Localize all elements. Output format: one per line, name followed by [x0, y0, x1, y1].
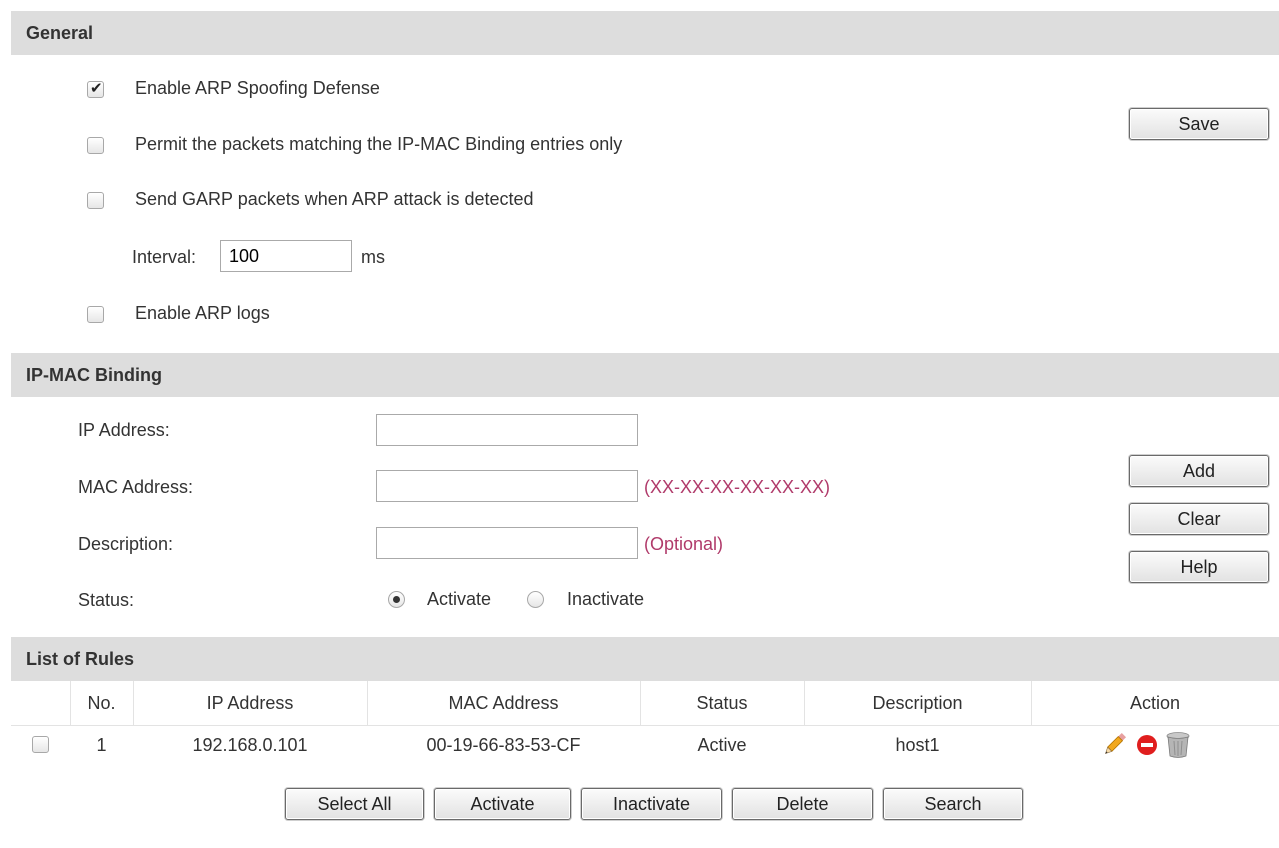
status-label: Status: — [78, 590, 135, 610]
search-button[interactable]: Search — [883, 788, 1023, 820]
column-header-action: Action — [1129, 693, 1181, 713]
status-activate-radio[interactable] — [388, 591, 405, 608]
disable-icon[interactable] — [1136, 734, 1158, 756]
row-description: host1 — [895, 735, 940, 755]
enable-arp-spoofing-checkbox[interactable]: ✔ — [87, 79, 104, 98]
interval-label: Interval: — [132, 247, 197, 267]
inactivate-button[interactable]: Inactivate — [581, 788, 722, 820]
enable-arp-logs-checkbox[interactable] — [87, 306, 104, 323]
status-inactivate-radio[interactable] — [527, 591, 544, 608]
activate-button[interactable]: Activate — [434, 788, 571, 820]
permit-ipmac-only-checkbox[interactable] — [87, 137, 104, 154]
status-activate-label: Activate — [427, 589, 492, 609]
row-no: 1 — [96, 735, 107, 755]
rules-section-header: List of Rules — [11, 637, 1279, 681]
ipmac-section-header: IP-MAC Binding — [11, 353, 1279, 397]
add-button[interactable]: Add — [1129, 455, 1269, 487]
column-header-no: No. — [87, 693, 116, 713]
send-garp-label: Send GARP packets when ARP attack is det… — [135, 189, 534, 209]
column-header-status: Status — [696, 693, 748, 713]
save-button[interactable]: Save — [1129, 108, 1269, 140]
trash-bin-icon[interactable] — [1166, 731, 1190, 759]
row-ip-address: 192.168.0.101 — [192, 735, 308, 755]
interval-input[interactable] — [220, 240, 352, 272]
column-header-ip: IP Address — [206, 693, 294, 713]
mac-address-label: MAC Address: — [78, 477, 194, 497]
mac-format-hint: (XX-XX-XX-XX-XX-XX) — [644, 477, 831, 497]
interval-unit: ms — [361, 247, 385, 267]
row-select-checkbox[interactable] — [32, 736, 49, 753]
enable-arp-spoofing-label: Enable ARP Spoofing Defense — [135, 78, 380, 98]
permit-ipmac-only-label: Permit the packets matching the IP-MAC B… — [135, 134, 623, 154]
checkmark-icon: ✔ — [90, 79, 103, 97]
description-label: Description: — [78, 534, 174, 554]
status-inactivate-label: Inactivate — [567, 589, 645, 609]
select-all-button[interactable]: Select All — [285, 788, 424, 820]
send-garp-checkbox[interactable] — [87, 192, 104, 209]
description-input[interactable] — [376, 527, 638, 559]
mac-address-input[interactable] — [376, 470, 638, 502]
general-section-header: General — [11, 11, 1279, 55]
delete-button[interactable]: Delete — [732, 788, 873, 820]
help-button[interactable]: Help — [1129, 551, 1269, 583]
row-status: Active — [697, 735, 747, 755]
description-optional-hint: (Optional) — [644, 534, 724, 554]
column-header-mac: MAC Address — [448, 693, 559, 713]
ip-address-input[interactable] — [376, 414, 638, 446]
ip-address-label: IP Address: — [78, 420, 170, 440]
clear-button[interactable]: Clear — [1129, 503, 1269, 535]
enable-arp-logs-label: Enable ARP logs — [135, 303, 270, 323]
row-mac-address: 00-19-66-83-53-CF — [426, 735, 581, 755]
pencil-edit-icon[interactable] — [1101, 731, 1127, 759]
column-header-description: Description — [872, 693, 963, 713]
